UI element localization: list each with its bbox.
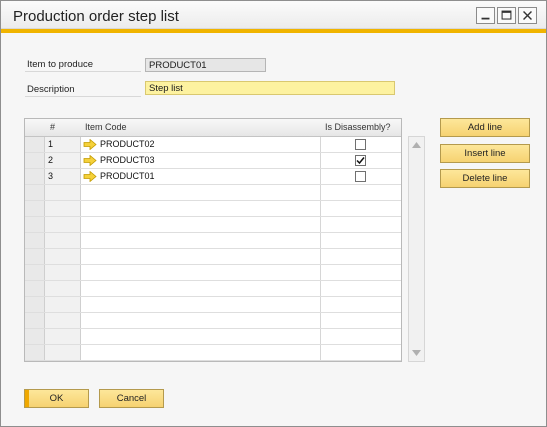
- empty-row[interactable]: [25, 361, 401, 362]
- row-number: 2: [48, 155, 54, 165]
- description-underline: [25, 96, 141, 97]
- minimize-icon: [481, 17, 490, 20]
- empty-row[interactable]: [25, 297, 401, 313]
- table-row[interactable]: 1 PRODUCT02: [25, 137, 401, 153]
- is-disassembly-checkbox[interactable]: [355, 139, 366, 150]
- item-to-produce-label: Item to produce: [27, 59, 94, 70]
- empty-row[interactable]: [25, 217, 401, 233]
- empty-row[interactable]: [25, 185, 401, 201]
- column-header-item-code[interactable]: Item Code: [85, 122, 127, 132]
- insert-line-button[interactable]: Insert line: [440, 144, 530, 163]
- empty-row[interactable]: [25, 329, 401, 345]
- empty-row[interactable]: [25, 345, 401, 361]
- checkmark-icon: [356, 157, 365, 165]
- scroll-down-icon[interactable]: [411, 349, 422, 357]
- close-icon: [523, 11, 532, 20]
- title-accent-bar: [1, 29, 546, 33]
- title-bar: Production order step list: [1, 1, 546, 29]
- is-disassembly-checkbox[interactable]: [355, 171, 366, 182]
- table-row[interactable]: 3 PRODUCT01: [25, 169, 401, 185]
- description-label: Description: [27, 84, 75, 95]
- production-order-step-list-window: Production order step list Item to produ…: [0, 0, 547, 427]
- column-separator: [401, 119, 402, 361]
- grid-header: # Item Code Is Disassembly?: [25, 119, 401, 137]
- empty-row[interactable]: [25, 313, 401, 329]
- empty-row[interactable]: [25, 233, 401, 249]
- grid-vertical-scrollbar[interactable]: [408, 136, 425, 362]
- cancel-button[interactable]: Cancel: [99, 389, 164, 408]
- is-disassembly-checkbox[interactable]: [355, 155, 366, 166]
- item-code-cell[interactable]: PRODUCT03: [100, 155, 155, 165]
- row-number: 3: [48, 171, 54, 181]
- empty-row[interactable]: [25, 249, 401, 265]
- ok-button-label: OK: [49, 393, 64, 404]
- window-title: Production order step list: [13, 8, 179, 25]
- close-button[interactable]: [518, 7, 537, 24]
- ok-button[interactable]: OK: [24, 389, 89, 408]
- link-arrow-icon[interactable]: [83, 155, 97, 166]
- ok-button-accent: [25, 390, 29, 407]
- row-number: 1: [48, 139, 54, 149]
- item-to-produce-underline: [25, 71, 141, 72]
- description-field[interactable]: Step list: [145, 81, 395, 95]
- link-arrow-icon[interactable]: [83, 171, 97, 182]
- step-grid: # Item Code Is Disassembly? 1 PRODUCT02 2 P…: [24, 118, 402, 362]
- delete-line-button[interactable]: Delete line: [440, 169, 530, 188]
- item-code-cell[interactable]: PRODUCT02: [100, 139, 155, 149]
- add-line-button[interactable]: Add line: [440, 118, 530, 137]
- empty-row[interactable]: [25, 265, 401, 281]
- table-row[interactable]: 2 PRODUCT03: [25, 153, 401, 169]
- item-to-produce-field: PRODUCT01: [145, 58, 266, 72]
- link-arrow-icon[interactable]: [83, 139, 97, 150]
- maximize-button[interactable]: [497, 7, 516, 24]
- empty-row[interactable]: [25, 281, 401, 297]
- column-header-number[interactable]: #: [50, 122, 55, 132]
- scroll-up-icon[interactable]: [411, 141, 422, 149]
- maximize-icon: [501, 10, 512, 20]
- minimize-button[interactable]: [476, 7, 495, 24]
- empty-row[interactable]: [25, 201, 401, 217]
- column-header-is-disassembly[interactable]: Is Disassembly?: [325, 122, 391, 132]
- item-code-cell[interactable]: PRODUCT01: [100, 171, 155, 181]
